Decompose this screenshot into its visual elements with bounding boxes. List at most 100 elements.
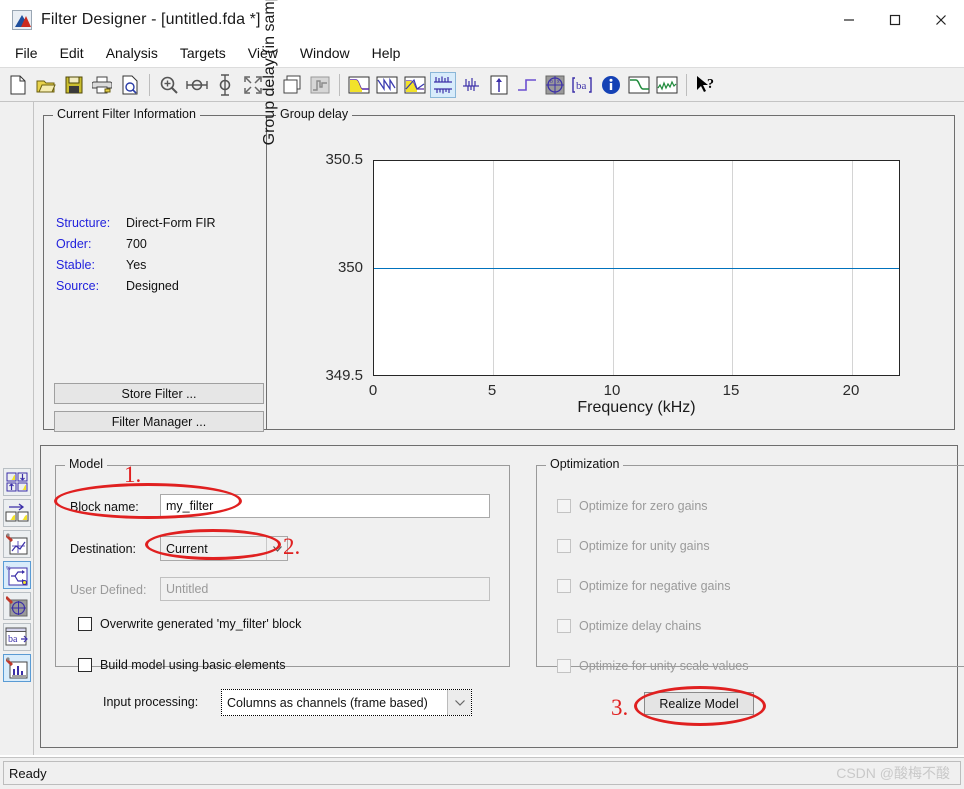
block-name-label: Block name: (70, 500, 139, 514)
x-tick-label: 5 (487, 382, 497, 399)
plot-area[interactable] (373, 160, 900, 376)
block-name-input[interactable]: my_filter (160, 494, 490, 518)
menu-item-window[interactable]: Window (289, 42, 361, 64)
title-bar: Filter Designer - [untitled.fda *] (0, 0, 964, 40)
sidebar-item-import-filter[interactable] (2, 499, 31, 527)
status-bar: Ready CSDN @酸梅不酸 (0, 757, 964, 789)
filter-info-value: Direct-Form FIR (126, 215, 216, 230)
sidebar-item-set-quantization[interactable] (2, 654, 31, 682)
new-filter-icon[interactable] (5, 72, 31, 98)
sidebar-item-design-filter[interactable] (2, 468, 31, 496)
x-axis-label: Frequency (kHz) (577, 399, 696, 416)
menu-item-targets[interactable]: Targets (169, 42, 237, 64)
close-icon[interactable] (918, 0, 964, 40)
group-delay-legend: Group delay (276, 107, 353, 121)
filter-info-row: Order: 700 (56, 233, 216, 254)
realize-model-button[interactable]: Realize Model (644, 692, 754, 715)
save-session-icon[interactable] (61, 72, 87, 98)
open-session-icon[interactable] (33, 72, 59, 98)
zoom-x-icon[interactable] (184, 72, 210, 98)
store-filter-button[interactable]: Store Filter ... (54, 383, 264, 404)
filter-info-key: Order: (56, 236, 92, 251)
filter-coefficients-icon[interactable]: ba (570, 72, 596, 98)
model-legend: Model (65, 457, 108, 471)
destination-value: Current (166, 541, 208, 556)
zoom-in-icon[interactable] (156, 72, 182, 98)
optimization-group: Optimization Optimize for zero gains Opt… (536, 457, 964, 673)
destination-label: Destination: (70, 542, 137, 556)
current-filter-information-panel: Current Filter Information Structure: Di… (43, 107, 275, 432)
print-icon[interactable] (89, 72, 115, 98)
filter-info-row: Structure: Direct-Form FIR (56, 212, 216, 233)
toolbar-separator (686, 73, 687, 96)
magnitude-phase-icon[interactable] (402, 72, 428, 98)
y-tick-label: 350.5 (325, 151, 363, 168)
overwrite-block-label: Overwrite generated 'my_filter' block (100, 617, 302, 631)
left-sidebar: % ba (0, 102, 34, 755)
optimize-delay-chains-checkbox: Optimize delay chains (557, 619, 701, 633)
group-delay-icon[interactable] (430, 71, 456, 98)
app-icon (12, 10, 32, 30)
overlay-analysis-icon[interactable] (279, 72, 305, 98)
x-tick-label: 20 (842, 382, 860, 399)
maximize-icon[interactable] (872, 0, 918, 40)
user-defined-input: Untitled (160, 577, 490, 601)
optimize-delay-chains-label: Optimize delay chains (579, 619, 702, 633)
sidebar-item-quantize-filter[interactable] (2, 530, 31, 558)
input-processing-value: Columns as channels (frame based) (227, 695, 428, 710)
basic-elements-checkbox[interactable]: Build model using basic elements (78, 658, 286, 672)
minimize-icon[interactable] (826, 0, 872, 40)
zoom-y-icon[interactable] (212, 72, 238, 98)
annotation-number-2: 2. (283, 534, 301, 559)
toolbar-separator (339, 73, 340, 96)
analysis-row: Current Filter Information Structure: Di… (34, 0, 964, 438)
optimize-zero-gains-checkbox: Optimize for zero gains (557, 499, 708, 513)
checkbox-box (78, 658, 92, 672)
sidebar-item-realize-model[interactable]: % (2, 561, 31, 589)
optimize-unity-gains-checkbox: Optimize for unity gains (557, 539, 710, 553)
destination-dropdown[interactable]: Current (160, 536, 288, 561)
filter-info-value: 700 (126, 236, 147, 251)
watermark: CSDN @酸梅不酸 (836, 765, 950, 781)
menu-item-file[interactable]: File (4, 42, 49, 64)
svg-text:?: ? (707, 77, 714, 92)
pole-zero-icon[interactable]: ox (542, 72, 568, 98)
phase-delay-icon[interactable] (458, 72, 484, 98)
toolbar-separator (149, 73, 150, 96)
whats-this-icon[interactable]: ? (693, 72, 719, 98)
menu-item-help[interactable]: Help (361, 42, 412, 64)
sidebar-item-transform-filter[interactable]: ba (2, 623, 31, 651)
input-processing-dropdown[interactable]: Columns as channels (frame based) (221, 689, 472, 716)
magnitude-estimate-icon[interactable] (626, 72, 652, 98)
y-tick-label: 350 (337, 259, 363, 276)
round-off-noise-icon[interactable] (654, 72, 680, 98)
filter-information-icon[interactable] (598, 72, 624, 98)
x-tick-label: 0 (368, 382, 378, 399)
group-delay-panel: Group delay Group delay (in samples) 350… (261, 0, 955, 430)
overwrite-block-checkbox[interactable]: Overwrite generated 'my_filter' block (78, 617, 301, 631)
menu-item-analysis[interactable]: Analysis (95, 42, 169, 64)
impulse-response-icon[interactable] (486, 72, 512, 98)
annotation-number-3: 3. (611, 695, 629, 720)
window-title: Filter Designer - [untitled.fda *] (41, 11, 261, 28)
magnitude-response-icon[interactable] (346, 72, 372, 98)
step-response-icon[interactable] (514, 72, 540, 98)
toolbar: ox ba ? (0, 67, 964, 102)
phase-response-icon[interactable] (374, 72, 400, 98)
annotation-number-1: 1. (124, 462, 142, 487)
filter-info-value: Yes (126, 257, 147, 272)
print-preview-icon[interactable] (117, 72, 143, 98)
optimize-unity-scale-label: Optimize for unity scale values (579, 659, 749, 673)
sidebar-item-pole-zero-editor[interactable] (2, 592, 31, 620)
optimize-zero-gains-label: Optimize for zero gains (579, 499, 708, 513)
filter-manager-button[interactable]: Filter Manager ... (54, 411, 264, 432)
checkbox-box (557, 539, 571, 553)
status-text: Ready (9, 765, 47, 781)
window-controls (826, 0, 964, 40)
checkbox-box (557, 579, 571, 593)
optimize-negative-gains-label: Optimize for negative gains (579, 579, 731, 593)
filter-spec-icon (307, 72, 333, 98)
filter-info-value: Designed (126, 278, 179, 293)
menu-item-edit[interactable]: Edit (49, 42, 95, 64)
checkbox-box (557, 659, 571, 673)
